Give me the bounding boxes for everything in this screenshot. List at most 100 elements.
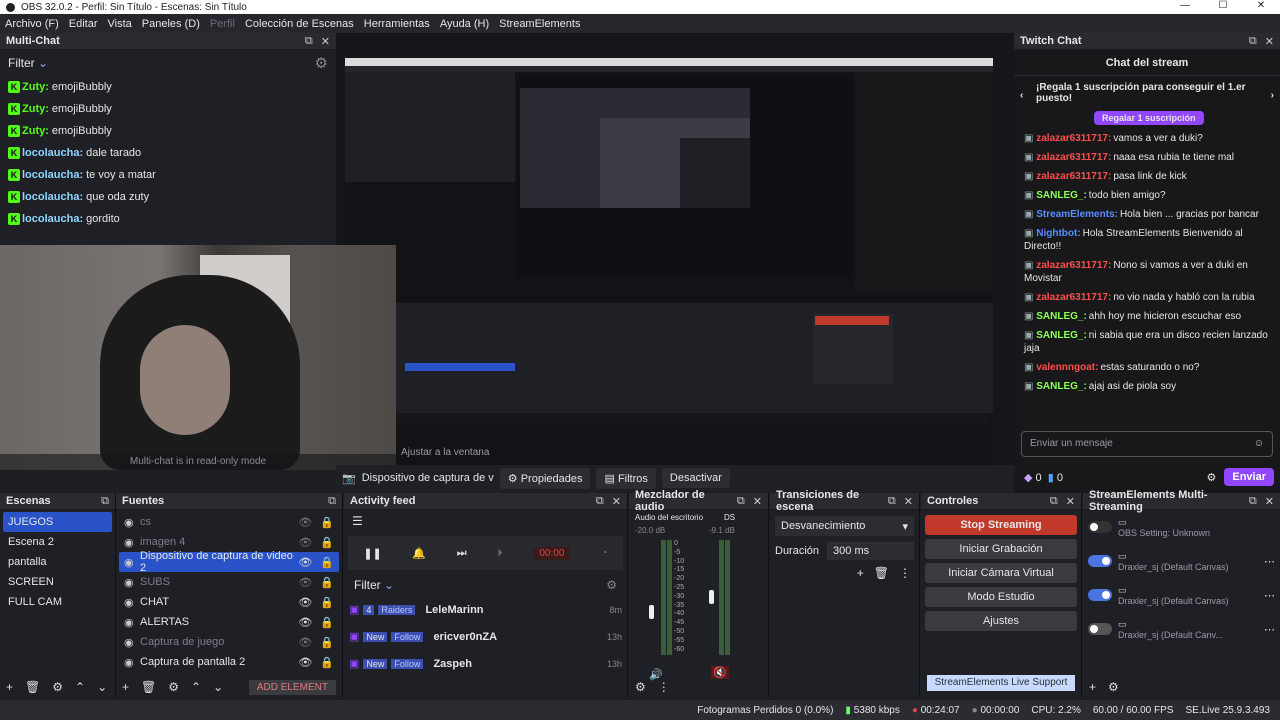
chat-user[interactable]: zalazar6311717: bbox=[1036, 133, 1111, 144]
chat-user[interactable]: zalazar6311717: bbox=[1036, 292, 1111, 303]
close-icon[interactable]: ✕ bbox=[904, 495, 913, 508]
filter-icon[interactable]: ⚙ bbox=[52, 680, 63, 694]
gear-icon[interactable]: ⚙ bbox=[315, 54, 328, 72]
close-icon[interactable]: ✕ bbox=[612, 495, 621, 508]
lock-icon[interactable]: 🔒 bbox=[320, 536, 334, 549]
scene-item[interactable]: JUEGOS bbox=[3, 512, 112, 532]
lock-icon[interactable]: 🔒 bbox=[320, 556, 334, 569]
chat-user[interactable]: SANLEG_: bbox=[1036, 381, 1087, 392]
se-destination[interactable]: ▭ Draxler_sj (Default Canvas) ⋯ bbox=[1083, 544, 1280, 578]
gear-icon[interactable]: ⚙ bbox=[606, 578, 617, 592]
activity-filter[interactable]: Filter ⌄ ⚙ bbox=[344, 574, 627, 596]
se-destination[interactable]: ▭ OBS Setting: Unknown bbox=[1083, 510, 1280, 544]
source-item[interactable]: ◉ Dispositivo de captura de video 2 👁 🔒 bbox=[119, 550, 339, 574]
trash-icon[interactable]: 🗑 bbox=[141, 680, 156, 694]
eye-icon[interactable]: 👁 bbox=[298, 616, 312, 629]
studio-mode-button[interactable]: Modo Estudio bbox=[925, 587, 1077, 607]
se-destination[interactable]: ▭ Draxler_sj (Default Canvas) ⋯ bbox=[1083, 578, 1280, 612]
trash-icon[interactable]: 🗑 bbox=[25, 680, 40, 694]
volume-slider[interactable] bbox=[649, 605, 654, 619]
source-item[interactable]: ◉ ALERTAS 👁 🔒 bbox=[119, 612, 339, 632]
bell-icon[interactable]: 🔔 bbox=[412, 547, 426, 560]
lock-icon[interactable]: 🔒 bbox=[320, 576, 334, 589]
float-icon[interactable]: ⧉ bbox=[1050, 495, 1058, 508]
float-icon[interactable]: ⧉ bbox=[737, 495, 745, 508]
se-support-button[interactable]: StreamElements Live Support bbox=[927, 675, 1075, 691]
activity-item[interactable]: ▣ 4 Raiders LeleMarinn 8m bbox=[344, 596, 627, 623]
add-icon[interactable]: + bbox=[1089, 680, 1096, 694]
chat-user[interactable]: zalazar6311717: bbox=[1036, 152, 1111, 163]
lock-icon[interactable]: 🔒 bbox=[320, 596, 334, 609]
lock-icon[interactable]: 🔒 bbox=[320, 516, 334, 529]
menu-item[interactable]: Perfil bbox=[205, 18, 240, 30]
eye-hidden-icon[interactable]: 👁 bbox=[298, 536, 312, 549]
filter-dropdown[interactable]: Filter ⌄ bbox=[8, 56, 48, 70]
source-item[interactable]: ◉ Captura de juego 👁 🔒 bbox=[119, 632, 339, 652]
lock-icon[interactable]: 🔒 bbox=[320, 636, 334, 649]
settings-icon[interactable]: ⚙ bbox=[1206, 471, 1216, 484]
float-icon[interactable]: ⧉ bbox=[1249, 35, 1257, 48]
source-item[interactable]: ◉ SUBS 👁 🔒 bbox=[119, 572, 339, 592]
fit-label[interactable]: Ajustar a la ventana bbox=[401, 447, 489, 458]
destination-toggle[interactable] bbox=[1088, 589, 1112, 601]
chat-user[interactable]: Nightbot: bbox=[1036, 228, 1080, 239]
menu-item[interactable]: Ayuda (H) bbox=[435, 18, 494, 30]
transition-select[interactable]: Desvanecimiento ▾ bbox=[775, 516, 914, 536]
add-icon[interactable]: + bbox=[122, 680, 129, 694]
chat-user[interactable]: SANLEG_: bbox=[1036, 190, 1087, 201]
next-icon[interactable]: ⏵ bbox=[497, 547, 503, 560]
add-icon[interactable]: + bbox=[6, 680, 13, 694]
down-icon[interactable]: ⌄ bbox=[213, 680, 223, 694]
gear-icon[interactable]: ⚙ bbox=[1108, 680, 1119, 694]
maximize-icon[interactable]: ☐ bbox=[1204, 0, 1242, 12]
pause-icon[interactable]: ❚❚ bbox=[363, 547, 381, 560]
settings-button[interactable]: Ajustes bbox=[925, 611, 1077, 631]
float-icon[interactable]: ⧉ bbox=[328, 495, 336, 508]
menu-icon[interactable]: ☰ bbox=[344, 510, 627, 532]
lock-icon[interactable]: 🔒 bbox=[320, 656, 334, 669]
more-icon[interactable]: ⋯ bbox=[1264, 555, 1275, 568]
chat-user[interactable]: StreamElements: bbox=[1036, 209, 1118, 220]
chat-user[interactable]: zalazar6311717: bbox=[1036, 260, 1111, 271]
se-destination[interactable]: ▭ Draxler_sj (Default Canv... ⋯ bbox=[1083, 612, 1280, 646]
source-item[interactable]: ◉ cs 👁 🔒 bbox=[119, 512, 339, 532]
float-icon[interactable]: ⧉ bbox=[305, 35, 313, 48]
up-icon[interactable]: ⌃ bbox=[191, 680, 201, 694]
more-icon[interactable]: ⋯ bbox=[1264, 623, 1275, 636]
more-icon[interactable]: ⋮ bbox=[899, 566, 911, 580]
float-icon[interactable]: ⧉ bbox=[888, 495, 896, 508]
close-icon[interactable]: ✕ bbox=[1066, 495, 1075, 508]
menu-item[interactable]: Paneles (D) bbox=[137, 18, 205, 30]
chat-user[interactable]: SANLEG_: bbox=[1036, 311, 1087, 322]
menu-item[interactable]: Editar bbox=[64, 18, 103, 30]
close-icon[interactable]: ✕ bbox=[753, 495, 762, 508]
deactivate-button[interactable]: Desactivar bbox=[661, 468, 730, 488]
trash-icon[interactable]: 🗑 bbox=[874, 566, 889, 580]
source-item[interactable]: ◉ CHAT 👁 🔒 bbox=[119, 592, 339, 612]
source-item[interactable]: ◉ imagen 4 👁 🔒 bbox=[119, 532, 339, 552]
eye-icon[interactable]: 👁 bbox=[298, 556, 312, 569]
float-icon[interactable]: ⧉ bbox=[596, 495, 604, 508]
filters-button[interactable]: ▤ Filtros bbox=[596, 467, 656, 489]
up-icon[interactable]: ⌃ bbox=[75, 680, 85, 694]
close-icon[interactable]: ✕ bbox=[1265, 35, 1274, 48]
float-icon[interactable]: ⧉ bbox=[1249, 495, 1257, 508]
menu-item[interactable]: Vista bbox=[103, 18, 137, 30]
volume-slider[interactable] bbox=[709, 590, 714, 604]
menu-item[interactable]: Colección de Escenas bbox=[240, 18, 359, 30]
source-item[interactable]: ◉ Captura de pantalla 2 👁 🔒 bbox=[119, 652, 339, 672]
menu-item[interactable]: Herramientas bbox=[359, 18, 435, 30]
prev-icon[interactable]: ‹ bbox=[1020, 90, 1023, 101]
eye-hidden-icon[interactable]: 👁 bbox=[298, 576, 312, 589]
eye-hidden-icon[interactable]: 👁 bbox=[298, 516, 312, 529]
lock-icon[interactable]: 🔒 bbox=[320, 616, 334, 629]
canvas-preview[interactable]: Ajustar a la ventana bbox=[336, 33, 1014, 478]
start-recording-button[interactable]: Iniciar Grabación bbox=[925, 539, 1077, 559]
minimize-icon[interactable]: — bbox=[1166, 0, 1204, 12]
skip-icon[interactable]: ⏭ bbox=[457, 547, 467, 560]
gear-icon[interactable]: ⚙ bbox=[168, 680, 179, 694]
more-icon[interactable]: ⋯ bbox=[1264, 589, 1275, 602]
float-icon[interactable]: ⧉ bbox=[101, 495, 109, 508]
menu-item[interactable]: Archivo (F) bbox=[0, 18, 64, 30]
stop-streaming-button[interactable]: Stop Streaming bbox=[925, 515, 1077, 535]
